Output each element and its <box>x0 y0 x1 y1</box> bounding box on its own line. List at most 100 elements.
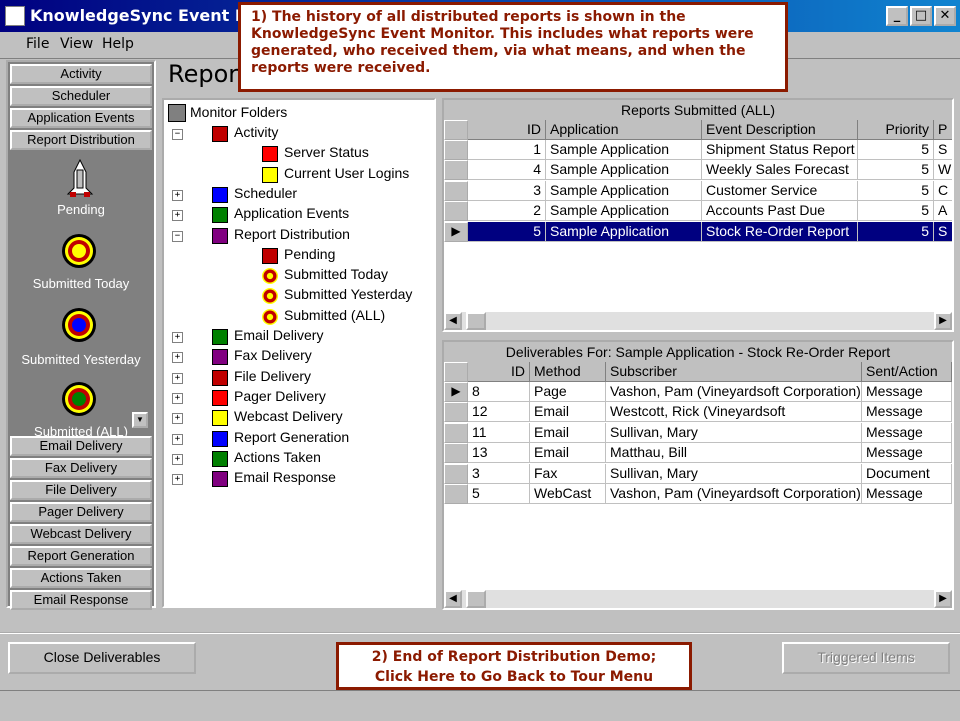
nav-report-distribution[interactable]: Report Distribution <box>10 130 152 150</box>
reports-row-selector[interactable] <box>444 160 468 181</box>
nav-submitted-yesterday-label[interactable]: Submitted Yesterday <box>8 352 154 367</box>
deliverables-table-cell[interactable]: Message <box>862 402 952 423</box>
reports-column-header[interactable]: Event Description <box>702 120 858 140</box>
shuttle-icon[interactable] <box>62 158 98 198</box>
reports-table-cell[interactable]: 5 <box>858 221 934 242</box>
deliverables-row-selector[interactable] <box>444 484 468 504</box>
tree-node[interactable]: Pending <box>284 246 335 262</box>
tree-expander-icon[interactable]: + <box>172 474 183 486</box>
minimize-button[interactable]: _ <box>886 6 908 26</box>
nav-email-response[interactable]: Email Response <box>10 590 152 610</box>
deliverables-row-selector[interactable] <box>444 422 468 443</box>
nav-scheduler[interactable]: Scheduler <box>10 86 152 106</box>
tree-expander-icon[interactable]: + <box>172 352 183 364</box>
deliverables-table-cell[interactable]: Message <box>862 443 952 464</box>
tree-node[interactable]: Email Delivery <box>234 327 323 343</box>
deliverables-horizontal-scrollbar[interactable] <box>444 590 952 608</box>
nav-fax-delivery[interactable]: Fax Delivery <box>10 458 152 478</box>
nav-pager-delivery[interactable]: Pager Delivery <box>10 502 152 522</box>
reports-table-cell[interactable]: 5 <box>858 180 934 201</box>
reports-table-cell[interactable]: 2 <box>468 201 546 222</box>
reports-table-cell[interactable]: Sample Application <box>546 201 702 222</box>
tree-expander-icon[interactable]: + <box>172 413 183 425</box>
deliverables-table-cell[interactable]: Email <box>530 422 606 443</box>
deliverables-table-cell[interactable]: Sullivan, Mary <box>606 463 862 484</box>
callout-end-demo-line2[interactable]: Click Here to Go Back to Tour Menu <box>339 667 689 687</box>
reports-table-cell[interactable]: 5 <box>858 160 934 181</box>
reports-table-cell[interactable]: Sample Application <box>546 140 702 160</box>
deliverables-table-cell[interactable]: Westcott, Rick (Vineyardsoft <box>606 402 862 423</box>
reports-table-cell[interactable]: 3 <box>468 180 546 201</box>
reports-row-selector[interactable]: ▶ <box>444 221 468 242</box>
reports-table-cell[interactable]: Sample Application <box>546 221 702 242</box>
reports-row-selector[interactable] <box>444 180 468 201</box>
tree-expander-icon[interactable]: + <box>172 332 183 343</box>
tree-expander-icon[interactable]: − <box>172 230 183 242</box>
deliverables-table-cell[interactable]: 5 <box>468 484 530 504</box>
deliverables-table-cell[interactable]: 13 <box>468 443 530 464</box>
tree-node[interactable]: Server Status <box>284 144 369 160</box>
deliverables-table-cell[interactable]: Vashon, Pam (Vineyardsoft Corporation) <box>606 382 862 402</box>
deliverables-table-cell[interactable]: 8 <box>468 382 530 402</box>
close-deliverables-button[interactable]: Close Deliverables <box>8 642 196 674</box>
reports-table-cell[interactable]: 5 <box>858 140 934 160</box>
target-icon[interactable] <box>62 308 96 342</box>
tree-root[interactable]: Monitor Folders <box>190 104 287 120</box>
nav-email-delivery[interactable]: Email Delivery <box>10 436 152 456</box>
deliverables-column-header[interactable]: Subscriber <box>606 362 862 382</box>
deliverables-row-selector[interactable]: ▶ <box>444 382 468 402</box>
tree-node[interactable]: Scheduler <box>234 185 297 201</box>
deliverables-row-selector[interactable] <box>444 443 468 464</box>
deliverables-table-cell[interactable]: Page <box>530 382 606 402</box>
tree-node[interactable]: Report Distribution <box>234 226 350 242</box>
tree-expander-icon[interactable]: + <box>172 392 183 404</box>
reports-table-cell[interactable]: Shipment Status Report <box>702 140 858 160</box>
deliverables-row-selector[interactable] <box>444 463 468 484</box>
reports-row-selector[interactable] <box>444 140 468 160</box>
deliverables-column-header[interactable]: Method <box>530 362 606 382</box>
deliverables-table-cell[interactable]: Message <box>862 484 952 504</box>
nav-application-events[interactable]: Application Events <box>10 108 152 128</box>
nav-actions-taken[interactable]: Actions Taken <box>10 568 152 588</box>
menu-help[interactable]: Help <box>102 36 134 52</box>
scroll-left-icon[interactable]: ◀ <box>444 590 462 608</box>
nav-pending-label[interactable]: Pending <box>8 202 154 217</box>
nav-webcast-delivery[interactable]: Webcast Delivery <box>10 524 152 544</box>
maximize-button[interactable]: □ <box>910 6 932 26</box>
deliverables-table-cell[interactable]: 11 <box>468 422 530 443</box>
deliverables-column-header[interactable]: ID <box>468 362 530 382</box>
menu-view[interactable]: View <box>60 36 93 52</box>
reports-table-cell[interactable]: Sample Application <box>546 160 702 181</box>
reports-table-cell[interactable]: Customer Service <box>702 180 858 201</box>
deliverables-table-cell[interactable]: Email <box>530 443 606 464</box>
tree-node[interactable]: Current User Logins <box>284 165 409 181</box>
reports-table-cell[interactable]: Stock Re-Order Report <box>702 221 858 242</box>
reports-row-selector[interactable] <box>444 201 468 222</box>
tree-node[interactable]: Submitted Today <box>284 266 388 282</box>
reports-table-cell[interactable]: Sample Application <box>546 180 702 201</box>
reports-table-cell[interactable]: 5 <box>858 201 934 222</box>
nav-submitted-today-label[interactable]: Submitted Today <box>8 276 154 291</box>
tree-node[interactable]: Webcast Delivery <box>234 408 343 424</box>
tree-expander-icon[interactable]: + <box>172 372 183 384</box>
reports-column-header[interactable]: P <box>934 120 952 140</box>
app-icon[interactable] <box>5 6 25 26</box>
scroll-down-icon[interactable]: ▼ <box>132 412 148 428</box>
nav-file-delivery[interactable]: File Delivery <box>10 480 152 500</box>
menu-file[interactable]: File <box>26 36 49 52</box>
deliverables-table-cell[interactable]: Document <box>862 463 952 484</box>
deliverables-column-header[interactable]: Sent/Action <box>862 362 952 382</box>
reports-table-cell[interactable]: S <box>934 140 952 160</box>
reports-column-header[interactable]: Application <box>546 120 702 140</box>
close-window-button[interactable]: ✕ <box>934 6 956 26</box>
tree-expander-icon[interactable]: + <box>172 189 183 201</box>
reports-table-cell[interactable]: C <box>934 181 952 201</box>
tree-node[interactable]: Fax Delivery <box>234 347 312 363</box>
tree-node[interactable]: Report Generation <box>234 429 349 445</box>
deliverables-table-cell[interactable]: Message <box>862 382 952 402</box>
target-icon[interactable] <box>62 382 96 416</box>
scroll-right-icon[interactable]: ▶ <box>934 312 952 330</box>
tree-node[interactable]: Email Response <box>234 469 336 485</box>
reports-table-cell[interactable]: 1 <box>468 140 546 160</box>
target-icon[interactable] <box>62 234 96 268</box>
